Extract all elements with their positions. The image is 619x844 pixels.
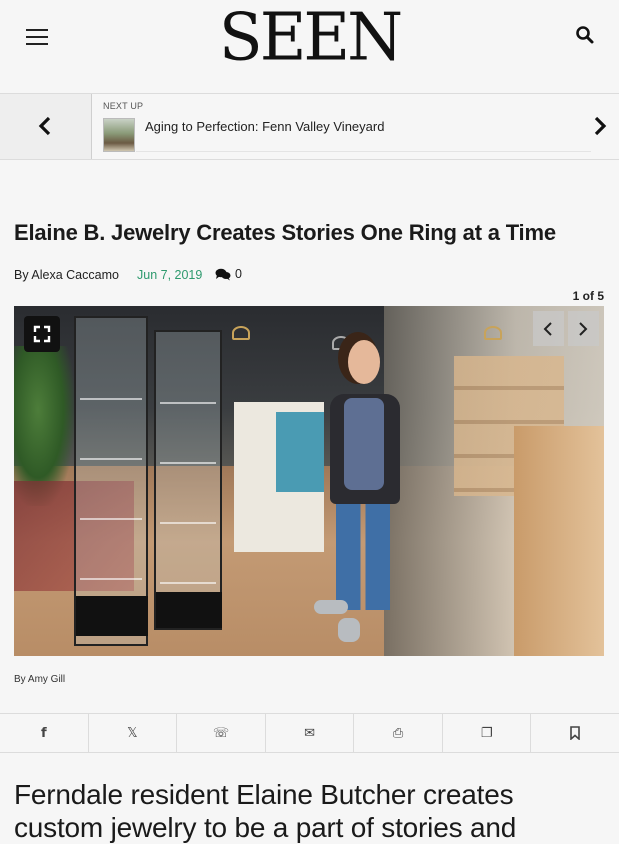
chevron-right-icon: [594, 116, 607, 136]
copy-icon: ❐: [480, 725, 493, 741]
article-lead-paragraph: Ferndale resident Elaine Butcher creates…: [14, 779, 517, 843]
comment-count: 0: [235, 267, 242, 281]
gallery-next-button[interactable]: [568, 311, 599, 346]
print-icon: ⎙: [392, 725, 404, 741]
print-button[interactable]: ⎙: [354, 714, 443, 752]
comments-link[interactable]: 0: [215, 267, 242, 281]
author-link[interactable]: Alexa Caccamo: [31, 268, 119, 282]
email-icon: ✉: [304, 725, 315, 741]
gallery-previous-button[interactable]: [533, 311, 564, 346]
site-header: SEEN: [0, 0, 619, 94]
x-icon: 𝕏: [127, 725, 138, 741]
divider: [136, 151, 591, 152]
next-up-title[interactable]: Aging to Perfection: Fenn Valley Vineyar…: [145, 119, 384, 134]
copy-link-button[interactable]: ❐: [443, 714, 532, 752]
whatsapp-icon: ☏: [212, 725, 230, 741]
byline-prefix: By: [14, 268, 29, 282]
gallery-photo[interactable]: [14, 306, 604, 656]
fullscreen-icon: [33, 325, 51, 343]
next-article-button[interactable]: [593, 114, 609, 138]
search-icon[interactable]: [575, 25, 597, 47]
chevron-left-icon: [543, 322, 552, 336]
byline: By Alexa Caccamo: [14, 268, 119, 282]
previous-article-button[interactable]: [0, 94, 92, 159]
bookmark-icon: [570, 726, 581, 740]
gallery-counter: 1 of 5: [572, 289, 604, 303]
facebook-icon: f: [40, 725, 47, 741]
next-up-label: NEXT UP: [103, 101, 144, 111]
site-logo[interactable]: SEEN: [0, 1, 619, 74]
share-x-button[interactable]: 𝕏: [89, 714, 178, 752]
fullscreen-button[interactable]: [24, 316, 60, 352]
comments-icon: [215, 268, 231, 280]
chevron-left-icon: [38, 116, 51, 136]
next-up-bar: NEXT UP Aging to Perfection: Fenn Valley…: [0, 94, 619, 160]
article-headline: Elaine B. Jewelry Creates Stories One Ri…: [14, 220, 556, 245]
share-whatsapp-button[interactable]: ☏: [177, 714, 266, 752]
chevron-right-icon: [579, 322, 588, 336]
bookmark-button[interactable]: [531, 714, 619, 752]
share-facebook-button[interactable]: f: [0, 714, 89, 752]
next-up-thumbnail[interactable]: [103, 118, 135, 152]
share-email-button[interactable]: ✉: [266, 714, 355, 752]
photo-credit: By Amy Gill: [14, 674, 66, 685]
share-bar: f 𝕏 ☏ ✉ ⎙ ❐: [0, 713, 619, 753]
publish-date: Jun 7, 2019: [137, 268, 203, 282]
